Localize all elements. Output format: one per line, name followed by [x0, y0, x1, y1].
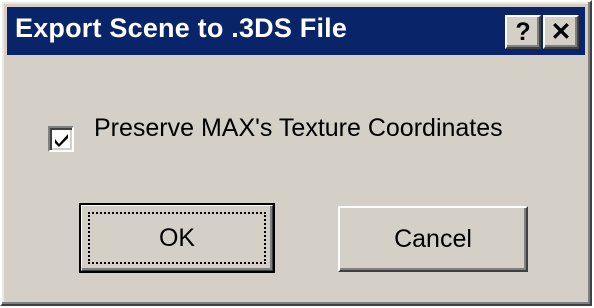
close-icon: ✕	[550, 18, 572, 46]
dialog-title: Export Scene to .3DS File	[15, 13, 348, 43]
preserve-texture-option[interactable]: Preserve MAX's Texture Coordinates	[48, 104, 503, 152]
cancel-button[interactable]: Cancel	[338, 206, 528, 272]
preserve-texture-checkbox[interactable]	[48, 126, 74, 152]
preserve-texture-label: Preserve MAX's Texture Coordinates	[94, 113, 503, 142]
cancel-button-label: Cancel	[394, 224, 472, 253]
help-button[interactable]: ?	[505, 15, 541, 49]
focus-rectangle	[88, 212, 266, 264]
close-button[interactable]: ✕	[543, 15, 579, 49]
checkmark-icon	[55, 134, 68, 147]
help-icon: ?	[515, 17, 531, 46]
title-bar[interactable]: Export Scene to .3DS File ? ✕	[7, 7, 585, 55]
export-dialog: Export Scene to .3DS File ? ✕ Preserve M…	[0, 0, 592, 306]
ok-button[interactable]: OK	[79, 203, 275, 273]
